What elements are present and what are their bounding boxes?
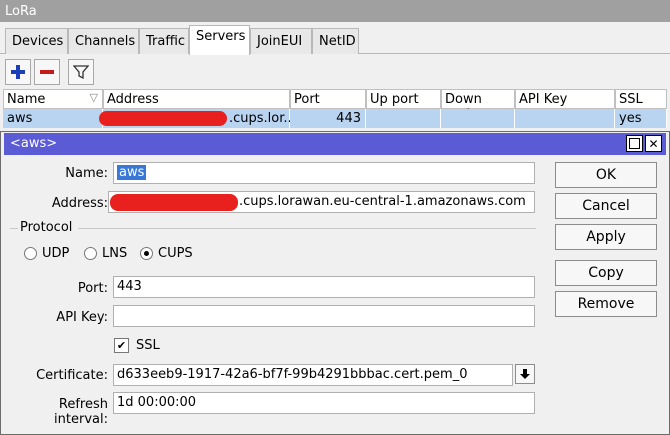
- port-field[interactable]: 443: [113, 276, 535, 298]
- col-up-port[interactable]: Up port: [366, 89, 441, 109]
- port-label: Port:: [77, 281, 108, 296]
- protocol-cups-label: CUPS: [158, 246, 193, 261]
- apply-button[interactable]: Apply: [555, 224, 657, 250]
- add-button[interactable]: [5, 59, 31, 85]
- redaction-mark: [99, 111, 227, 126]
- cancel-button[interactable]: Cancel: [555, 193, 657, 219]
- protocol-lns-label: LNS: [102, 246, 128, 261]
- row-down-port: [441, 109, 515, 128]
- refresh-interval-label: Refresh interval:: [54, 397, 108, 427]
- api-key-field[interactable]: [113, 305, 535, 327]
- plus-icon: [11, 65, 25, 79]
- tab-channels[interactable]: Channels: [68, 28, 139, 54]
- radio-icon: [24, 247, 37, 260]
- name-value: aws: [117, 165, 147, 180]
- row-up-port: [366, 109, 441, 128]
- check-icon: ✔: [114, 338, 129, 353]
- protocol-divider-left: [10, 228, 18, 229]
- maximize-button[interactable]: [626, 135, 643, 152]
- address-value: .cups.lorawan.eu-central-1.amazonaws.com: [239, 194, 526, 209]
- col-address[interactable]: Address: [103, 89, 290, 109]
- tab-joineui[interactable]: JoinEUI: [250, 28, 312, 54]
- sort-icon: ▽: [89, 91, 98, 104]
- col-name[interactable]: Name ▽: [3, 89, 103, 109]
- radio-selected-icon: [140, 247, 153, 260]
- col-api-key[interactable]: API Key: [515, 89, 615, 109]
- row-address: .cups.lor...: [99, 109, 296, 128]
- close-button[interactable]: ✕: [645, 135, 662, 152]
- refresh-interval-field[interactable]: 1d 00:00:00: [113, 392, 535, 414]
- remove-button-dialog[interactable]: Remove: [555, 291, 657, 317]
- address-label: Address:: [51, 196, 108, 211]
- tab-bar: Devices Channels Traffic Servers JoinEUI…: [0, 25, 670, 55]
- protocol-cups[interactable]: CUPS: [140, 246, 193, 261]
- col-port[interactable]: Port: [290, 89, 366, 109]
- row-port: 443: [290, 109, 366, 128]
- col-down-port[interactable]: Down port: [441, 89, 515, 122]
- protocol-group-label: Protocol: [20, 220, 77, 235]
- protocol-udp[interactable]: UDP: [24, 246, 69, 261]
- certificate-dropdown-button[interactable]: [515, 364, 535, 384]
- radio-icon: [84, 247, 97, 260]
- tab-netid[interactable]: NetID: [312, 28, 359, 54]
- filter-icon: [73, 65, 89, 80]
- ok-button[interactable]: OK: [555, 162, 657, 188]
- row-ssl: yes: [615, 109, 667, 128]
- window-title: LoRa: [0, 0, 670, 22]
- ssl-checkbox[interactable]: ✔ SSL: [114, 338, 160, 353]
- protocol-udp-label: UDP: [42, 246, 70, 261]
- name-field[interactable]: aws: [113, 162, 535, 184]
- maximize-icon: [629, 138, 640, 149]
- copy-button[interactable]: Copy: [555, 260, 657, 286]
- row-api-key: [515, 109, 615, 128]
- dialog-title[interactable]: <aws>: [4, 133, 666, 155]
- name-label: Name:: [65, 166, 108, 181]
- protocol-lns[interactable]: LNS: [84, 246, 127, 261]
- certificate-select[interactable]: d633eeb9-1917-42a6-bf7f-99b4291bbbac.cer…: [113, 364, 513, 386]
- close-icon: ✕: [648, 136, 659, 151]
- col-ssl[interactable]: SSL: [615, 89, 667, 109]
- ssl-label: SSL: [136, 338, 160, 353]
- redaction-mark: [110, 194, 238, 211]
- remove-button[interactable]: [34, 59, 60, 85]
- col-name-label: Name: [7, 92, 46, 107]
- row-address-text: .cups.lor...: [229, 111, 296, 126]
- row-name: aws: [3, 109, 103, 128]
- dropdown-arrow-icon: [520, 369, 530, 379]
- tab-devices[interactable]: Devices: [5, 28, 68, 54]
- certificate-label: Certificate:: [36, 368, 108, 383]
- filter-button[interactable]: [68, 59, 94, 85]
- address-field[interactable]: .cups.lorawan.eu-central-1.amazonaws.com: [108, 191, 535, 213]
- protocol-divider: [78, 228, 536, 229]
- tab-servers[interactable]: Servers: [189, 25, 250, 55]
- api-key-label: API Key:: [56, 310, 108, 325]
- tab-traffic[interactable]: Traffic: [139, 28, 189, 54]
- minus-icon: [40, 70, 54, 74]
